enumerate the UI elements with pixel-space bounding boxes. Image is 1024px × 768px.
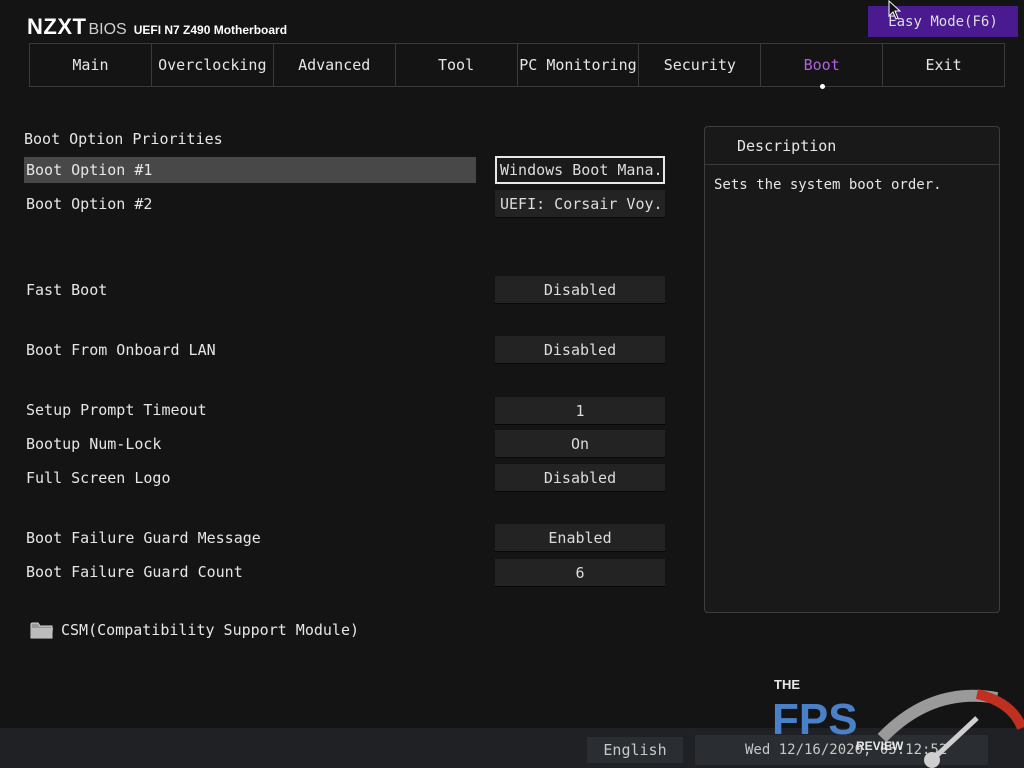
tab-advanced[interactable]: Advanced [272, 44, 395, 86]
setting-boot-failure-guard-message[interactable]: Boot Failure Guard Message [24, 525, 476, 551]
description-panel: Description Sets the system boot order. [704, 126, 1000, 613]
tab-label: Main [72, 56, 109, 74]
setting-boot-option-2[interactable]: Boot Option #2 [24, 191, 476, 217]
tab-overclocking[interactable]: Overclocking [150, 44, 273, 86]
watermark-review: REVIEW [856, 739, 904, 753]
boot-failure-guard-count-value[interactable]: 6 [495, 559, 665, 587]
motherboard-model: UEFI N7 Z490 Motherboard [133, 23, 288, 37]
language-selector[interactable]: English [587, 737, 683, 763]
boot-option-1-value[interactable]: Windows Boot Mana... [495, 156, 665, 184]
active-tab-indicator [819, 84, 825, 89]
csm-label: CSM(Compatibility Support Module) [61, 621, 360, 639]
nzxt-logo: NZXT [27, 14, 87, 39]
tab-pc-monitoring[interactable]: PC Monitoring [516, 44, 639, 86]
folder-icon [30, 622, 53, 639]
csm-submenu[interactable]: CSM(Compatibility Support Module) [30, 618, 359, 642]
tab-label: Security [663, 56, 736, 74]
boot-failure-guard-message-value[interactable]: Enabled [495, 524, 665, 552]
bios-brand: NZXT BIOS UEFI N7 Z490 Motherboard [27, 14, 287, 44]
bios-label: BIOS [88, 21, 127, 38]
tab-label: Overclocking [158, 56, 267, 74]
main-tab-bar: Main Overclocking Advanced Tool PC Monit… [29, 43, 1005, 89]
tab-main[interactable]: Main [29, 44, 151, 86]
mouse-cursor-icon [888, 0, 902, 20]
tab-tool[interactable]: Tool [394, 44, 517, 86]
setting-bootup-num-lock[interactable]: Bootup Num-Lock [24, 431, 476, 457]
boot-option-2-value[interactable]: UEFI: Corsair Voy... [495, 190, 665, 218]
description-title: Description [705, 127, 999, 165]
tab-label: PC Monitoring [519, 56, 637, 74]
setting-boot-from-onboard-lan[interactable]: Boot From Onboard LAN [24, 337, 476, 363]
setup-prompt-timeout-value[interactable]: 1 [495, 397, 665, 425]
fps-review-watermark-logo: THE FPS REVIEW [772, 677, 1024, 768]
tab-label: Tool [438, 56, 475, 74]
tab-exit[interactable]: Exit [882, 44, 1005, 86]
setting-boot-failure-guard-count[interactable]: Boot Failure Guard Count [24, 559, 476, 585]
bootup-num-lock-value[interactable]: On [495, 430, 665, 458]
tab-security[interactable]: Security [638, 44, 760, 86]
setting-fast-boot[interactable]: Fast Boot [24, 277, 476, 303]
full-screen-logo-value[interactable]: Disabled [495, 464, 665, 492]
tab-label: Advanced [298, 56, 371, 74]
fast-boot-value[interactable]: Disabled [495, 276, 665, 304]
setting-full-screen-logo[interactable]: Full Screen Logo [24, 465, 476, 491]
watermark-fps: FPS [772, 695, 858, 744]
setting-boot-option-1[interactable]: Boot Option #1 [24, 157, 476, 183]
tab-boot[interactable]: Boot [760, 44, 882, 89]
section-title: Boot Option Priorities [24, 130, 223, 148]
setting-setup-prompt-timeout[interactable]: Setup Prompt Timeout [24, 397, 476, 423]
boot-from-onboard-lan-value[interactable]: Disabled [495, 336, 665, 364]
tab-label: Exit [925, 56, 962, 74]
watermark-the: THE [774, 677, 800, 692]
tab-label: Boot [803, 56, 840, 74]
description-text: Sets the system boot order. [714, 177, 942, 193]
